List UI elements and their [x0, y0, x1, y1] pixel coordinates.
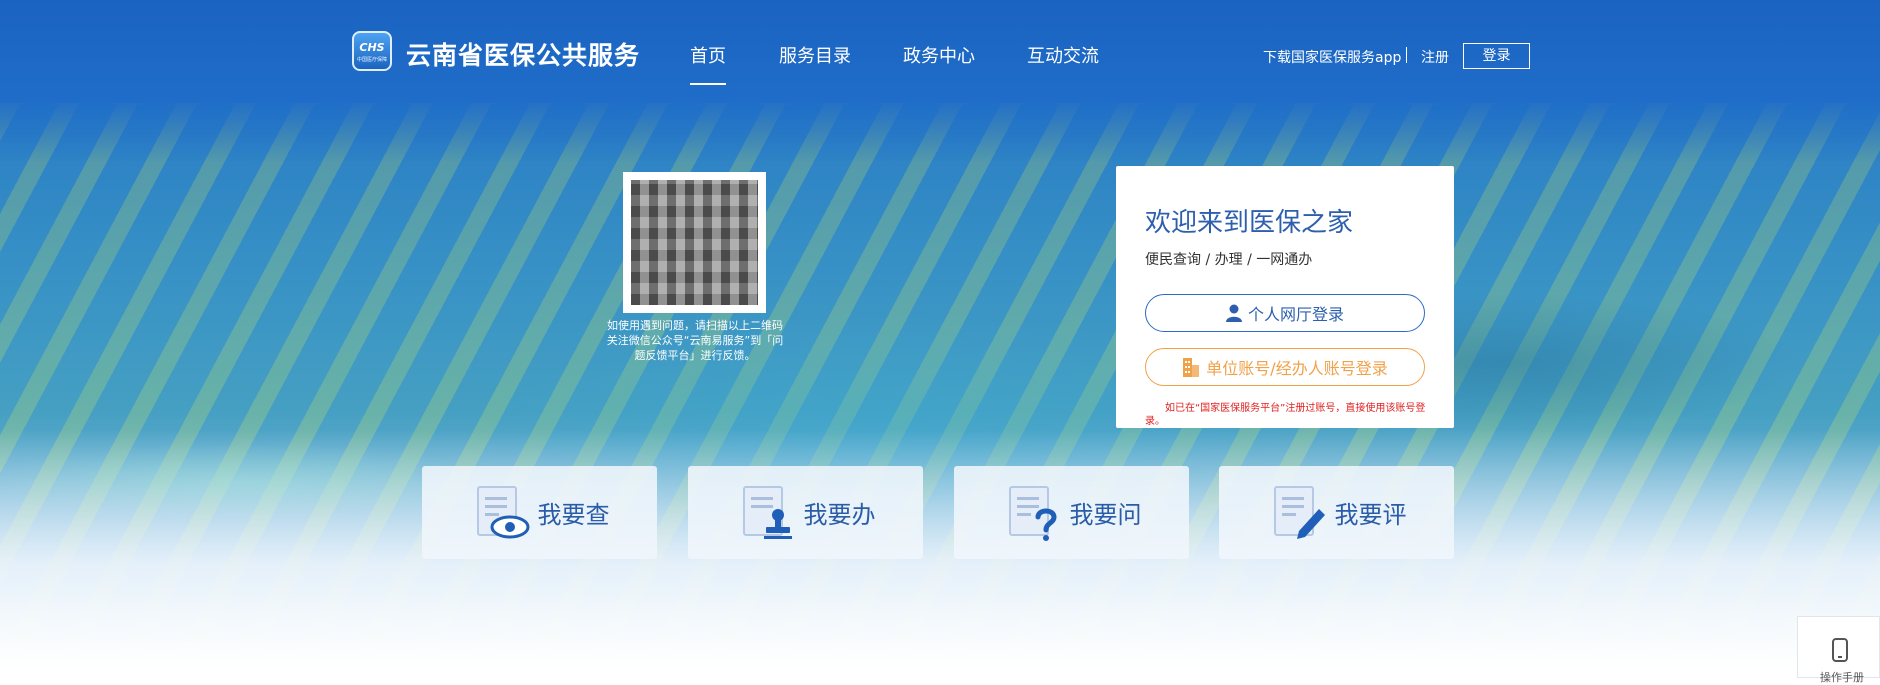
- tile-ask[interactable]: 我要问: [954, 466, 1189, 559]
- qr-code-pattern: [631, 180, 758, 305]
- personal-login-button[interactable]: 个人网厅登录: [1145, 294, 1425, 332]
- chs-logo[interactable]: CHS 中国医疗保障: [352, 31, 392, 71]
- stamp-icon: [742, 485, 792, 539]
- personal-login-label: 个人网厅登录: [1247, 305, 1344, 324]
- top-header: CHS 中国医疗保障 云南省医保公共服务 首页 服务目录 政务中心 互动交流 下…: [0, 0, 1880, 103]
- operation-manual-label: 操作手册: [1820, 671, 1864, 684]
- company-login-label: 单位账号/经办人账号登录: [1206, 359, 1388, 378]
- user-icon: [1225, 304, 1242, 322]
- qr-caption: 如使用遇到问题，请扫描以上二维码关注微信公众号“云南易服务”到「问题反馈平台」进…: [606, 319, 784, 362]
- card-subtitle: 便民查询 / 办理 / 一网通办: [1145, 252, 1313, 268]
- nav-service-catalog[interactable]: 服务目录: [779, 42, 851, 68]
- nav-home[interactable]: 首页: [690, 42, 726, 85]
- tile-query-label: 我要查: [537, 501, 610, 529]
- building-icon: [1183, 358, 1200, 377]
- site-title[interactable]: 云南省医保公共服务: [406, 36, 640, 72]
- phone-icon: [1832, 638, 1848, 662]
- hero-top-fade: [0, 103, 1880, 163]
- download-app-link[interactable]: 下载国家医保服务app: [1263, 47, 1401, 67]
- tile-query[interactable]: 我要查: [422, 466, 657, 559]
- tile-evaluate[interactable]: 我要评: [1219, 466, 1454, 559]
- wechat-qr-code: [623, 172, 766, 313]
- tile-ask-label: 我要问: [1069, 501, 1142, 529]
- search-eye-icon: [476, 485, 529, 538]
- tile-handle[interactable]: 我要办: [688, 466, 923, 559]
- header-divider: [1406, 47, 1407, 63]
- login-card: 欢迎来到医保之家 便民查询 / 办理 / 一网通办 个人网厅登录 单位账号/经办…: [1116, 166, 1454, 428]
- tile-handle-label: 我要办: [803, 501, 876, 529]
- logo-text: CHS: [359, 41, 385, 54]
- header-login-button[interactable]: 登录: [1463, 43, 1530, 69]
- operation-manual-widget[interactable]: 操作手册: [1797, 616, 1880, 684]
- nav-government-center[interactable]: 政务中心: [903, 42, 975, 68]
- tile-evaluate-label: 我要评: [1334, 501, 1407, 529]
- question-icon: [1008, 485, 1057, 541]
- nav-interaction[interactable]: 互动交流: [1027, 42, 1099, 68]
- pen-icon: [1273, 485, 1325, 539]
- company-login-button[interactable]: 单位账号/经办人账号登录: [1145, 348, 1425, 386]
- login-note: 如已在“国家医保服务平台”注册过账号，直接使用该账号登录。: [1145, 403, 1426, 427]
- logo-subtext: 中国医疗保障: [356, 57, 387, 63]
- card-title: 欢迎来到医保之家: [1145, 208, 1354, 238]
- hero-bottom-fade: [0, 430, 1880, 670]
- register-link[interactable]: 注册: [1421, 47, 1449, 67]
